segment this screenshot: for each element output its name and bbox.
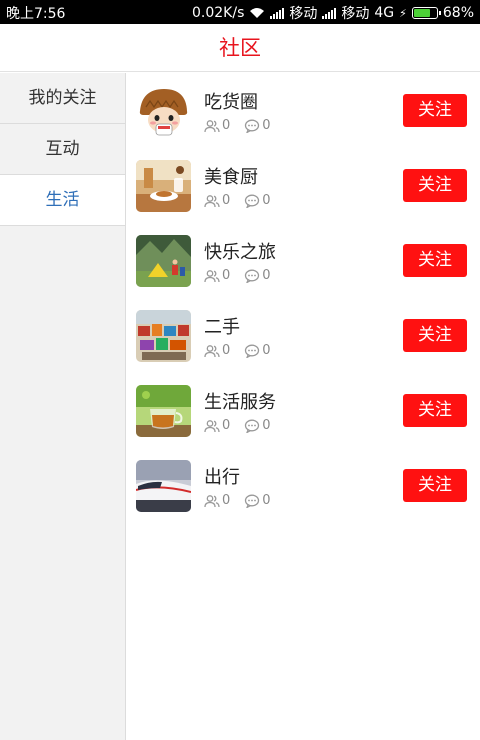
list-item[interactable]: 生活服务 0 0 关注 xyxy=(126,373,480,448)
follow-button[interactable]: 关注 xyxy=(403,169,467,202)
member-count-value: 0 xyxy=(222,118,231,133)
comment-count: 0 xyxy=(244,118,271,133)
community-avatar xyxy=(136,385,191,437)
battery-level xyxy=(413,9,431,17)
comment-count-value: 0 xyxy=(262,118,271,133)
community-name: 吃货圈 xyxy=(204,92,258,113)
member-count: 0 xyxy=(204,418,230,433)
page-title: 社区 xyxy=(219,36,261,60)
member-count-value: 0 xyxy=(222,268,231,283)
sidebar: 我的关注 互动 生活 xyxy=(0,73,126,740)
list-item[interactable]: 吃货圈 0 0 关注 xyxy=(126,73,480,148)
network-speed: 0.02K/s xyxy=(192,5,245,21)
member-count-value: 0 xyxy=(222,493,231,508)
community-name: 出行 xyxy=(204,467,240,488)
member-count: 0 xyxy=(204,118,230,133)
community-avatar xyxy=(136,160,191,212)
comment-icon xyxy=(245,344,260,358)
community-name: 生活服务 xyxy=(204,392,276,413)
community-name: 二手 xyxy=(204,317,240,338)
community-stats: 0 0 xyxy=(204,343,285,358)
community-stats: 0 0 xyxy=(204,268,285,283)
signal-icon xyxy=(322,7,337,19)
signal-icon xyxy=(270,7,285,19)
charging-icon: ⚡ xyxy=(399,6,407,20)
community-avatar xyxy=(136,235,191,287)
member-count: 0 xyxy=(204,343,230,358)
comment-count-value: 0 xyxy=(262,268,271,283)
network-type: 4G xyxy=(374,5,395,21)
comment-count: 0 xyxy=(244,493,271,508)
community-avatar xyxy=(136,310,191,362)
comment-count-value: 0 xyxy=(262,493,271,508)
comment-count: 0 xyxy=(244,418,271,433)
carrier-1: 移动 xyxy=(289,6,318,22)
comment-icon xyxy=(245,269,260,283)
comment-count: 0 xyxy=(244,343,271,358)
community-stats: 0 0 xyxy=(204,118,285,133)
list-item[interactable]: 出行 0 0 关注 xyxy=(126,448,480,523)
comment-count-value: 0 xyxy=(262,418,271,433)
sidebar-item-interaction[interactable]: 互动 xyxy=(0,124,125,175)
community-stats: 0 0 xyxy=(204,193,285,208)
header: 社区 xyxy=(0,24,480,72)
list-item[interactable]: 二手 0 0 关注 xyxy=(126,298,480,373)
member-count: 0 xyxy=(204,193,230,208)
people-icon xyxy=(204,194,220,207)
comment-count-value: 0 xyxy=(262,193,271,208)
carrier-2: 移动 xyxy=(341,6,370,22)
comment-icon xyxy=(245,419,260,433)
sidebar-item-life[interactable]: 生活 xyxy=(0,175,125,226)
community-avatar xyxy=(136,85,191,137)
member-count-value: 0 xyxy=(222,193,231,208)
status-indicators: 0.02K/s 移动 移动 4G ⚡ 68% xyxy=(192,3,474,23)
comment-icon xyxy=(245,494,260,508)
wifi-icon xyxy=(250,8,265,18)
follow-button[interactable]: 关注 xyxy=(403,319,467,352)
community-avatar xyxy=(136,460,191,512)
community-stats: 0 0 xyxy=(204,493,285,508)
list-item[interactable]: 快乐之旅 0 0 关注 xyxy=(126,223,480,298)
follow-button[interactable]: 关注 xyxy=(403,94,467,127)
member-count: 0 xyxy=(204,493,230,508)
people-icon xyxy=(204,344,220,357)
comment-count: 0 xyxy=(244,193,271,208)
member-count-value: 0 xyxy=(222,343,231,358)
community-list: 吃货圈 0 0 关注 美食厨 0 0 关注 快乐之旅 0 0 关注 二手 0 0… xyxy=(126,73,480,523)
comment-icon xyxy=(245,119,260,133)
follow-button[interactable]: 关注 xyxy=(403,244,467,277)
comment-count: 0 xyxy=(244,268,271,283)
sidebar-item-my-follows[interactable]: 我的关注 xyxy=(0,73,125,124)
member-count: 0 xyxy=(204,268,230,283)
follow-button[interactable]: 关注 xyxy=(403,394,467,427)
list-item[interactable]: 美食厨 0 0 关注 xyxy=(126,148,480,223)
people-icon xyxy=(204,269,220,282)
comment-icon xyxy=(245,194,260,208)
people-icon xyxy=(204,494,220,507)
people-icon xyxy=(204,119,220,132)
battery-icon xyxy=(411,7,441,19)
battery-percent: 68% xyxy=(442,5,474,21)
comment-count-value: 0 xyxy=(262,343,271,358)
community-name: 快乐之旅 xyxy=(204,242,276,263)
status-time: 晚上7:56 xyxy=(6,6,66,22)
community-stats: 0 0 xyxy=(204,418,285,433)
follow-button[interactable]: 关注 xyxy=(403,469,467,502)
people-icon xyxy=(204,419,220,432)
status-bar: 晚上7:56 0.02K/s 移动 移动 4G ⚡ 68% xyxy=(0,0,480,24)
community-name: 美食厨 xyxy=(204,167,258,188)
member-count-value: 0 xyxy=(222,418,231,433)
